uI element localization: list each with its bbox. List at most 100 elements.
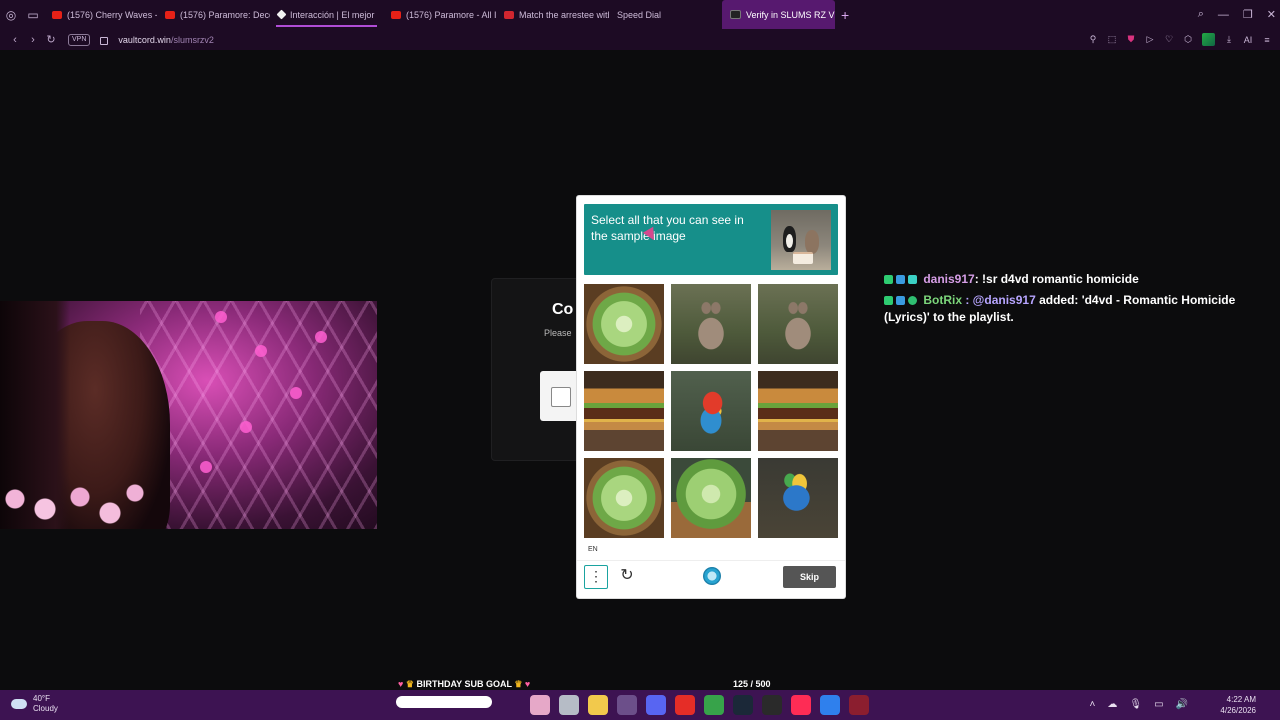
- pin-icon[interactable]: ⚲: [1088, 34, 1098, 45]
- chat-message: BotRix : @danis917 added: 'd4vd - Romant…: [884, 292, 1280, 326]
- steam-icon[interactable]: [733, 695, 753, 715]
- verified-badge-icon: [908, 296, 917, 305]
- reload-icon[interactable]: ↻: [42, 33, 60, 46]
- clock-time: 4:22 AM: [1226, 695, 1256, 704]
- sidebar-menu-icon[interactable]: ≡: [1262, 35, 1272, 45]
- captcha-tile-cabbage[interactable]: [584, 284, 664, 364]
- tiktok-icon[interactable]: [791, 695, 811, 715]
- browser-tab-bar: ◎ ▭ (1576) Cherry Waves - Yo (1576) Para…: [0, 0, 1280, 29]
- cabbage-image: [584, 458, 664, 538]
- restore-icon[interactable]: ❐: [1243, 8, 1253, 21]
- refresh-icon[interactable]: ↻: [617, 566, 637, 586]
- taskbar-search[interactable]: [396, 696, 492, 708]
- url-host: vaultcord.win: [118, 34, 171, 45]
- clock-date: 4/26/2026: [1220, 706, 1256, 715]
- minimize-icon[interactable]: —: [1218, 9, 1229, 21]
- tab-interaccion[interactable]: Interacción | El mejor: [270, 0, 383, 29]
- diamond-icon: [276, 9, 287, 20]
- tab-label: (1576) Cherry Waves - Yo: [67, 9, 157, 20]
- language-selector[interactable]: EN: [588, 546, 598, 553]
- captcha-tile-parrot[interactable]: [758, 458, 838, 538]
- browser-menu-icon[interactable]: ◎: [0, 0, 22, 29]
- tab-match-arrestee[interactable]: Match the arrestee with t: [496, 0, 609, 29]
- captcha-dialog: Select all that you can see in the sampl…: [577, 196, 845, 598]
- skip-button[interactable]: Skip: [783, 566, 836, 588]
- tab-label: Speed Dial: [617, 9, 662, 20]
- weather-condition: Cloudy: [33, 704, 58, 713]
- cabbage-image: [671, 458, 751, 538]
- sub-goal-count: 125 / 500: [733, 679, 771, 689]
- penguin-figure: [783, 226, 796, 252]
- parrot-image: [671, 371, 751, 451]
- burger-image: [584, 371, 664, 451]
- app-icon[interactable]: [704, 695, 724, 715]
- youtube-icon: [165, 10, 175, 19]
- screenshot-icon[interactable]: ⬚: [1107, 34, 1117, 45]
- tab-verify-slums[interactable]: Verify in SLUMS RZ V2 | N: [722, 0, 835, 29]
- taskbar: 40°F Cloudy ˄ ☁ 🎙 ▭ 🔊 4:22 AM 4/26/2026: [0, 690, 1280, 720]
- discord-icon[interactable]: [646, 695, 666, 715]
- tab-paramore-all-i-wanted[interactable]: (1576) Paramore - All I W: [383, 0, 496, 29]
- speaker-icon[interactable]: 🔊: [1176, 699, 1188, 710]
- cake-figure: [793, 252, 813, 264]
- ai-button[interactable]: AI: [1243, 35, 1253, 45]
- captcha-tile-parrot[interactable]: [671, 371, 751, 451]
- heart-icon[interactable]: ♡: [1164, 34, 1174, 45]
- app-icon[interactable]: [530, 695, 550, 715]
- browser-icon[interactable]: [849, 695, 869, 715]
- captcha-tile-rabbit[interactable]: [758, 284, 838, 364]
- captcha-tile-burger[interactable]: [584, 371, 664, 451]
- captcha-checkbox[interactable]: [551, 387, 571, 407]
- lock-icon[interactable]: [100, 36, 109, 45]
- close-icon[interactable]: ✕: [1267, 8, 1276, 21]
- display-icon[interactable]: ▭: [1154, 699, 1163, 710]
- tab-label: Verify in SLUMS RZ V2 | N: [746, 9, 835, 20]
- forward-icon[interactable]: ›: [24, 34, 42, 46]
- folder-icon[interactable]: [588, 695, 608, 715]
- captcha-logo-icon: [703, 567, 721, 585]
- youtube-icon[interactable]: [675, 695, 695, 715]
- obs-icon[interactable]: [762, 695, 782, 715]
- rabbit-image: [671, 284, 751, 364]
- extensions-icon[interactable]: ⬡: [1183, 34, 1193, 45]
- system-clock[interactable]: 4:22 AM 4/26/2026: [1220, 694, 1256, 716]
- tab-label: Interacción | El mejor: [290, 9, 375, 20]
- captcha-tile-cabbage[interactable]: [671, 458, 751, 538]
- chevron-up-icon[interactable]: ˄: [1090, 699, 1096, 710]
- lattice-backdrop: [140, 301, 377, 529]
- vpn-badge[interactable]: VPN: [68, 33, 91, 46]
- kick-badge-icon: [884, 296, 893, 305]
- captcha-tile-rabbit[interactable]: [671, 284, 751, 364]
- search-icon[interactable]: ⌕: [1198, 8, 1204, 21]
- kebab-menu-icon[interactable]: ⋮: [584, 565, 608, 589]
- weather-text: 40°F Cloudy: [33, 694, 58, 714]
- captcha-tile-burger[interactable]: [758, 371, 838, 451]
- cloud-sync-icon[interactable]: ☁: [1107, 699, 1117, 710]
- app-icon[interactable]: [559, 695, 579, 715]
- tab-speed-dial[interactable]: Speed Dial: [609, 0, 722, 29]
- profile-thumbnail[interactable]: [1202, 33, 1215, 46]
- sub-badge-icon: [896, 296, 905, 305]
- play-icon[interactable]: ▷: [1145, 34, 1155, 45]
- url-field[interactable]: vaultcord.win/slumsrzv2: [118, 35, 214, 45]
- microphone-icon[interactable]: 🎙: [1129, 699, 1142, 710]
- download-icon[interactable]: ⤓: [1224, 34, 1234, 45]
- gift-badge-icon: [908, 275, 917, 284]
- chat-username: BotRix: [923, 293, 963, 307]
- app-icon[interactable]: [617, 695, 637, 715]
- site-icon: [730, 10, 741, 19]
- heart-icon: ♥: [398, 679, 404, 689]
- crown-icon: ♛: [514, 679, 523, 689]
- captcha-tile-cabbage[interactable]: [584, 458, 664, 538]
- tab-paramore-decode[interactable]: (1576) Paramore: Decode: [157, 0, 270, 29]
- weather-widget[interactable]: 40°F Cloudy: [11, 694, 58, 714]
- back-icon[interactable]: ‹: [6, 34, 24, 46]
- shield-icon[interactable]: ⛊: [1126, 34, 1136, 45]
- app-icon[interactable]: [820, 695, 840, 715]
- tab-switcher-icon[interactable]: ▭: [22, 0, 44, 29]
- tab-cherry-waves[interactable]: (1576) Cherry Waves - Yo: [44, 0, 157, 29]
- window-controls: ⌕ — ❐ ✕: [1198, 0, 1276, 29]
- new-tab-button[interactable]: +: [835, 7, 849, 23]
- webcam-overlay: [0, 301, 377, 529]
- sub-badge-icon: [896, 275, 905, 284]
